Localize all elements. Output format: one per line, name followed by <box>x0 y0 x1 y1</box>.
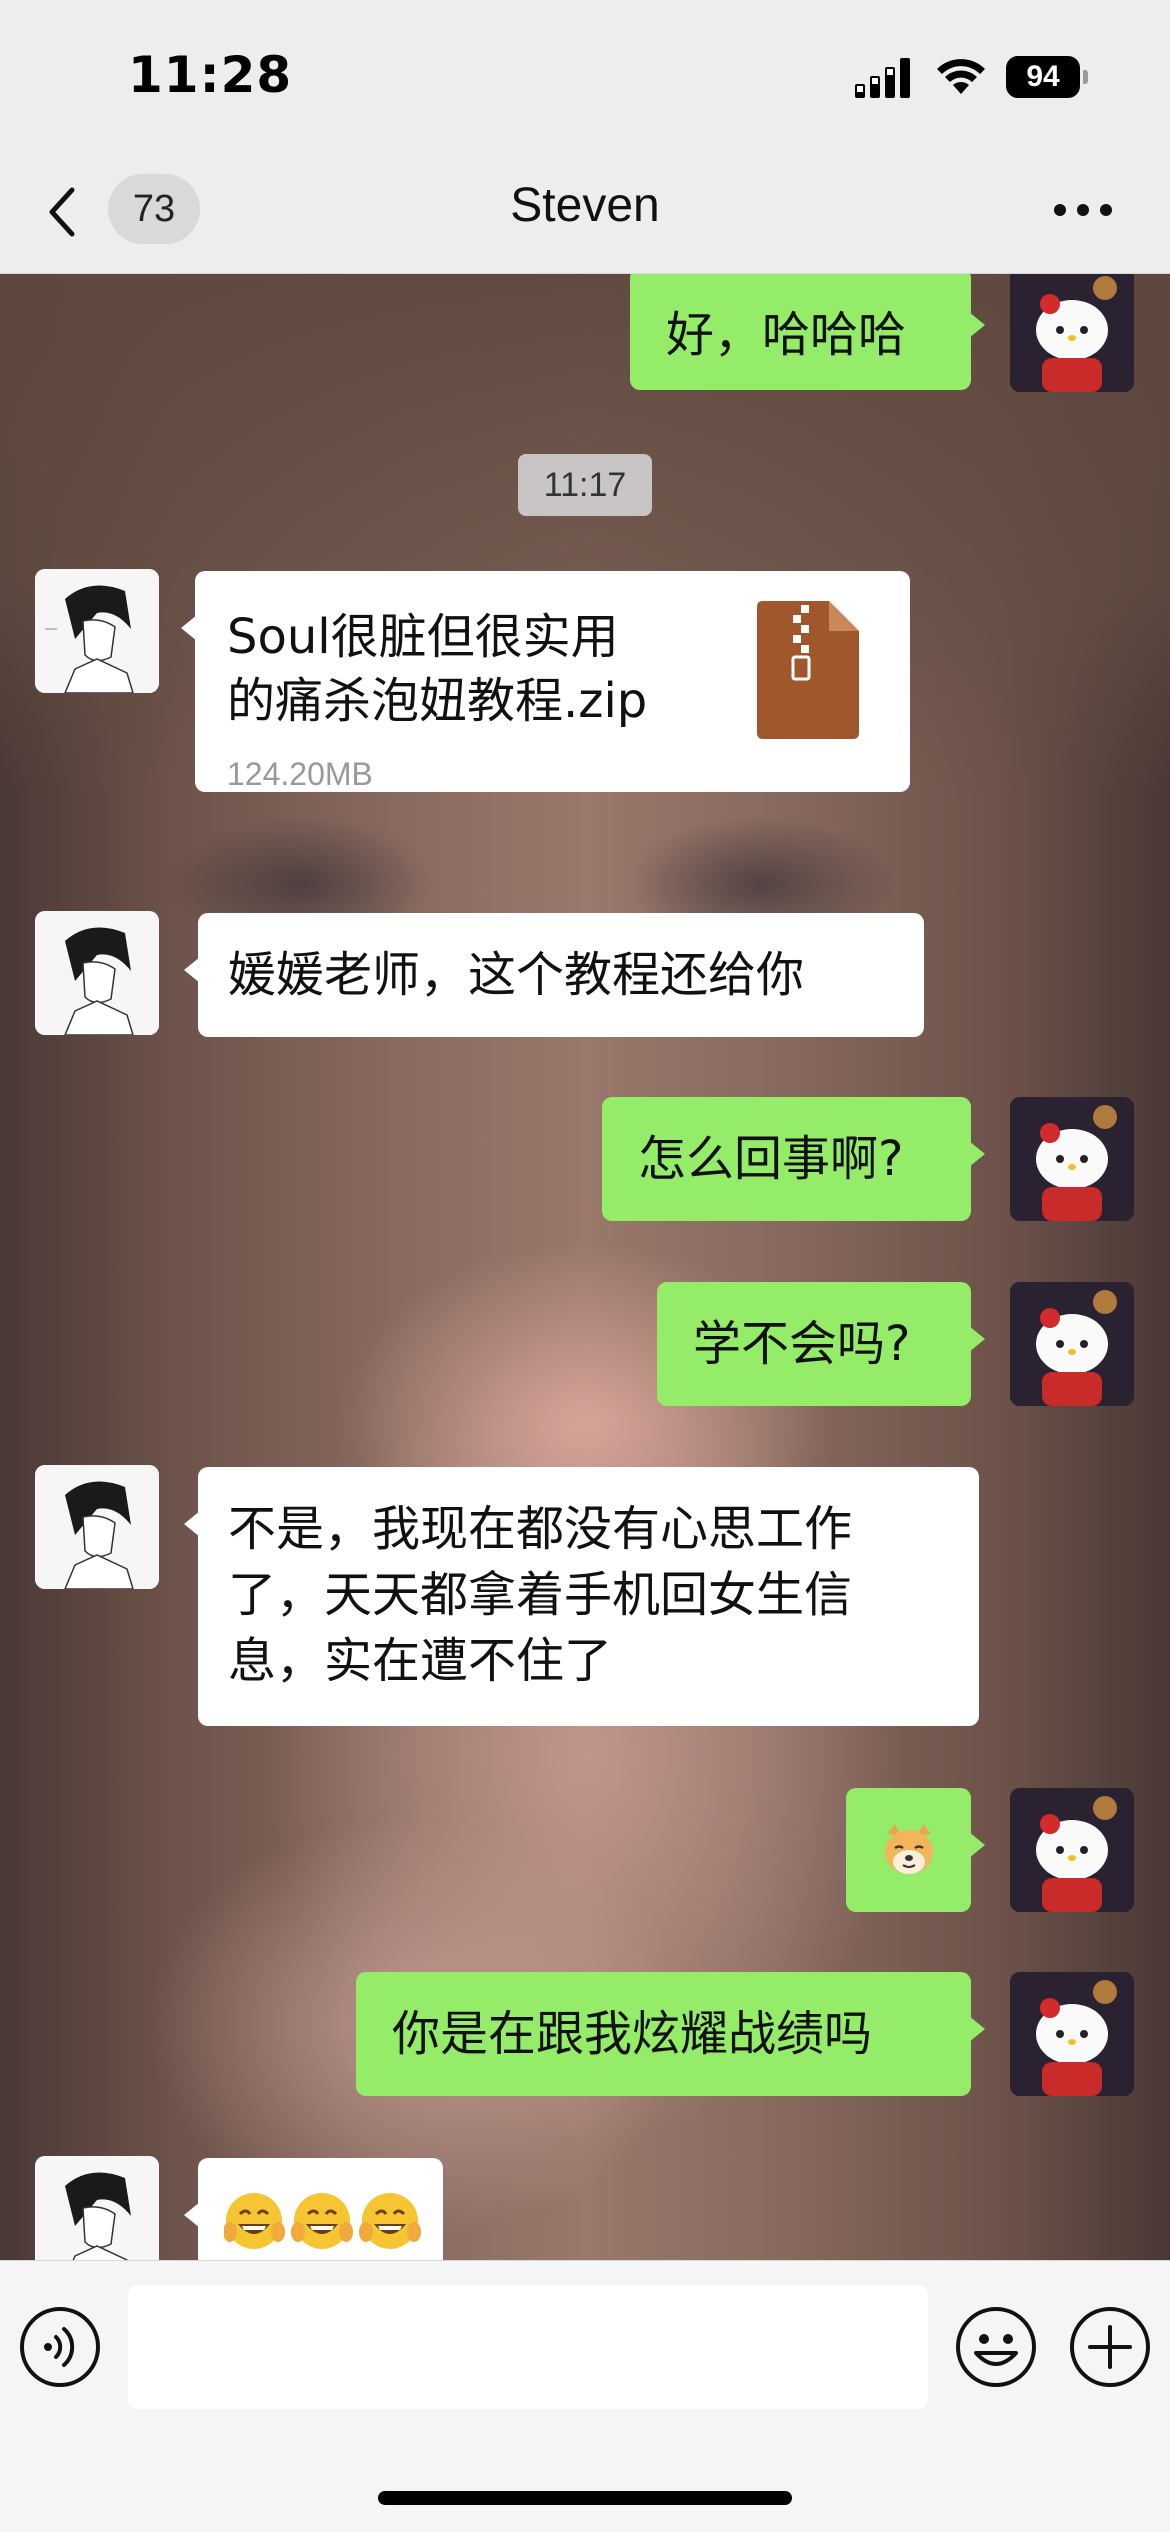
message-text: 媛媛老师，这个教程还给你 <box>228 947 805 1003</box>
file-message-bubble[interactable]: Soul很脏但很实用 的痛杀泡妞教程.zip 124.20MB <box>181 571 910 792</box>
battery-cap <box>1083 70 1088 84</box>
my-avatar[interactable] <box>1010 1282 1134 1406</box>
chat-header: 73 Steven <box>0 150 1170 274</box>
my-avatar[interactable] <box>1010 1788 1134 1912</box>
message-bubble-outgoing[interactable]: 好，哈哈哈 <box>630 274 985 390</box>
cellular-signal-icon <box>855 58 910 98</box>
battery-level: 94 <box>1006 56 1080 98</box>
hello-kitty-avatar-icon <box>1010 1788 1134 1912</box>
message-timestamp: 11:17 <box>518 454 652 516</box>
message-bubble-incoming[interactable] <box>184 2158 443 2260</box>
more-options-icon[interactable] <box>1052 198 1114 222</box>
contact-avatar[interactable] <box>35 2156 159 2260</box>
file-size: 124.20MB <box>227 756 373 792</box>
anime-boy-avatar-icon <box>35 911 159 1035</box>
hello-kitty-avatar-icon <box>1010 1097 1134 1221</box>
anime-boy-avatar-icon <box>35 1465 159 1589</box>
message-bubble-outgoing[interactable] <box>846 1788 985 1912</box>
message-text-line: 不是，我现在都没有心思工作 <box>228 1501 853 1557</box>
contact-avatar[interactable] <box>35 911 159 1035</box>
status-time: 11:28 <box>128 46 293 104</box>
message-bubble-outgoing[interactable]: 怎么回事啊? <box>602 1097 985 1221</box>
message-text: 怎么回事啊? <box>638 1131 904 1187</box>
message-input[interactable] <box>128 2285 928 2409</box>
message-text-line: 息，实在遭不住了 <box>228 1633 613 1689</box>
chat-title: Steven <box>510 179 660 232</box>
battery-icon: 94 <box>1006 56 1088 98</box>
hello-kitty-avatar-icon <box>1010 1972 1134 2096</box>
file-name: Soul很脏但很实用 的痛杀泡妞教程.zip <box>227 609 648 729</box>
message-bubble-outgoing[interactable]: 学不会吗? <box>657 1282 985 1406</box>
doge-icon <box>885 1824 933 1874</box>
message-bubble-incoming[interactable]: 媛媛老师，这个教程还给你 <box>184 913 924 1037</box>
contact-avatar[interactable] <box>35 1465 159 1589</box>
grin-face-icon <box>224 2193 421 2249</box>
home-indicator[interactable] <box>378 2491 792 2505</box>
message-bubble-incoming[interactable]: 不是，我现在都没有心思工作 了，天天都拿着手机回女生信 息，实在遭不住了 <box>184 1467 979 1726</box>
message-text: 你是在跟我炫耀战绩吗 <box>392 2006 873 2062</box>
message-text: 学不会吗? <box>693 1316 911 1372</box>
hello-kitty-avatar-icon <box>1010 274 1134 392</box>
message-text: 好，哈哈哈 <box>666 307 907 363</box>
anime-boy-avatar-icon <box>35 2156 159 2260</box>
contact-avatar[interactable] <box>35 569 159 693</box>
add-attachment-icon[interactable] <box>1068 2305 1152 2389</box>
wifi-icon <box>937 59 985 94</box>
voice-input-icon[interactable] <box>18 2305 102 2389</box>
zip-file-icon <box>757 601 859 739</box>
my-avatar[interactable] <box>1010 1972 1134 2096</box>
chat-message-list[interactable]: 好，哈哈哈 11:17 Soul很脏但很实用 的痛杀泡妞教程.zip 124.2… <box>0 274 1170 2260</box>
emoji-icon[interactable] <box>954 2305 1038 2389</box>
anime-boy-avatar-icon <box>35 569 159 693</box>
status-bar: 11:28 94 <box>0 0 1170 150</box>
my-avatar[interactable] <box>1010 274 1134 392</box>
message-bubble-outgoing[interactable]: 你是在跟我炫耀战绩吗 <box>356 1972 985 2096</box>
my-avatar[interactable] <box>1010 1097 1134 1221</box>
message-text-line: 了，天天都拿着手机回女生信 <box>228 1567 853 1623</box>
hello-kitty-avatar-icon <box>1010 1282 1134 1406</box>
